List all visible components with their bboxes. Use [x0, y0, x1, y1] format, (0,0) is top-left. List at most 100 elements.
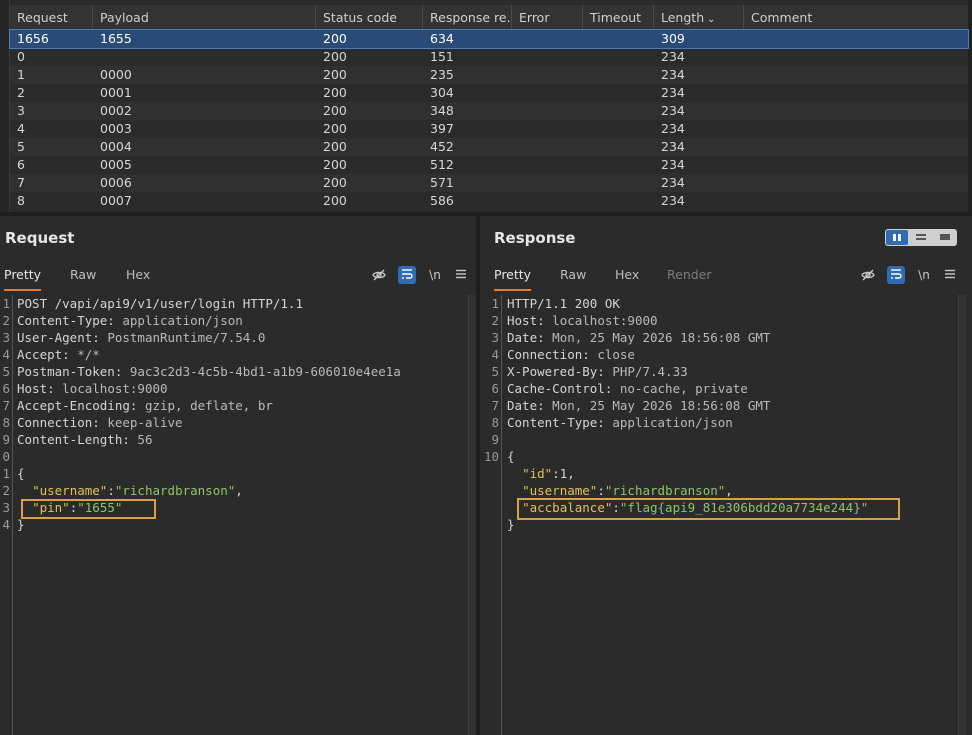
line-number: 5	[491, 364, 499, 379]
cell-request: 5	[17, 139, 25, 154]
cell-comment	[744, 156, 751, 174]
header-name: HTTP/1.1 200 OK	[507, 296, 620, 311]
cell-length: 309	[661, 31, 685, 46]
line-number: 4	[491, 347, 499, 362]
header-value: Mon, 25 May 2026 18:56:08 GMT	[544, 330, 771, 345]
header-name: Cache-Control:	[507, 381, 613, 396]
header-name: Accept:	[17, 347, 70, 362]
table-row[interactable]: 8 0007 200 586 234	[10, 192, 968, 210]
cell-response-received: 512	[430, 157, 454, 172]
header-value: keep-alive	[99, 415, 183, 430]
response-scrollbar[interactable]	[958, 295, 966, 735]
line-number: 2	[2, 483, 10, 498]
wrap-lines-icon[interactable]	[887, 266, 905, 284]
cell-request: 7	[17, 175, 25, 190]
header-name: Host:	[17, 381, 55, 396]
line-number: 3	[2, 330, 10, 345]
column-header-length-label: Length	[661, 10, 705, 25]
cell-comment	[744, 66, 751, 84]
eye-slash-icon[interactable]	[859, 266, 877, 284]
line-number: 5	[2, 364, 10, 379]
response-tab-raw[interactable]: Raw	[560, 261, 586, 291]
layout-single-icon[interactable]	[934, 230, 956, 245]
table-row[interactable]: 6 0005 200 512 234	[10, 156, 968, 174]
cell-response-received: 397	[430, 121, 454, 136]
cell-length: 234	[661, 175, 685, 190]
cell-error	[512, 174, 519, 192]
pin-highlight-box	[21, 499, 156, 519]
cell-status-code: 200	[323, 31, 347, 46]
table-row[interactable]: 7 0006 200 571 234	[10, 174, 968, 192]
cell-request: 0	[17, 49, 25, 64]
table-row-selected[interactable]: 1656 1655 200 634 309	[9, 29, 969, 49]
column-header-payload[interactable]: Payload	[93, 5, 316, 30]
table-row[interactable]: 4 0003 200 397 234	[10, 120, 968, 138]
response-header-line: Connection: close	[507, 346, 635, 363]
table-row[interactable]: 0 200 151 234	[10, 48, 968, 66]
newline-icon[interactable]: \n	[915, 266, 933, 284]
cell-comment	[744, 192, 751, 210]
table-row[interactable]: 2 0001 200 304 234	[10, 84, 968, 102]
response-pane: Response Pretty Raw Hex Render \n 1 2 3 4 5 6…	[480, 216, 972, 735]
line-number: 1	[2, 466, 10, 481]
response-tab-hex[interactable]: Hex	[615, 261, 639, 291]
header-name: Content-Type:	[17, 313, 115, 328]
line-number: 10	[483, 449, 499, 464]
newline-icon[interactable]: \n	[426, 266, 444, 284]
column-header-comment[interactable]: Comment	[744, 5, 968, 30]
json-key-username: "username"	[522, 483, 598, 498]
request-tab-pretty[interactable]: Pretty	[4, 261, 42, 291]
cell-length: 234	[661, 121, 685, 136]
cell-payload: 0001	[100, 85, 132, 100]
header-name: Postman-Token:	[17, 364, 123, 379]
header-value: PostmanRuntime/7.54.0	[99, 330, 266, 345]
hamburger-menu-icon[interactable]	[452, 266, 470, 284]
json-value-username: "richardbranson"	[114, 483, 236, 498]
column-header-response-received[interactable]: Response re...	[423, 5, 512, 30]
response-header-line: X-Powered-By: PHP/7.4.33	[507, 363, 688, 380]
column-header-request[interactable]: Request	[10, 5, 93, 30]
request-editor[interactable]: 12345678901234 POST /vapi/api9/v1/user/l…	[0, 295, 468, 735]
hamburger-menu-icon[interactable]	[941, 266, 959, 284]
response-header-line: Cache-Control: no-cache, private	[507, 380, 748, 397]
header-value: no-cache, private	[612, 381, 748, 396]
line-number: 0	[2, 449, 10, 464]
table-row[interactable]: 5 0004 200 452 234	[10, 138, 968, 156]
cell-error	[512, 84, 519, 102]
column-header-error[interactable]: Error	[512, 5, 583, 30]
cell-status-code: 200	[323, 85, 347, 100]
json-colon: :	[107, 483, 115, 498]
table-row[interactable]: 3 0002 200 348 234	[10, 102, 968, 120]
cell-payload: 0003	[100, 121, 132, 136]
intruder-results-table: Request Payload Status code Response re.…	[0, 0, 972, 212]
response-tab-pretty[interactable]: Pretty	[494, 261, 532, 291]
column-header-length[interactable]: Length ⌄	[654, 5, 744, 30]
request-header-line: Postman-Token: 9ac3c2d3-4c5b-4bd1-a1b9-6…	[17, 363, 401, 380]
cell-request: 1	[17, 67, 25, 82]
response-editor[interactable]: 1 2 3 4 5 6 7 8 9 10 HTTP/1.1 200 OK Host: localho…	[480, 295, 958, 735]
response-header-line: HTTP/1.1 200 OK	[507, 295, 620, 312]
cell-length: 234	[661, 85, 685, 100]
request-tab-hex[interactable]: Hex	[126, 261, 150, 291]
column-header-timeout[interactable]: Timeout	[583, 5, 654, 30]
request-tab-raw[interactable]: Raw	[70, 261, 96, 291]
cell-timeout	[583, 120, 590, 138]
layout-stacked-icon[interactable]	[910, 230, 932, 245]
line-number: 2	[491, 313, 499, 328]
eye-slash-icon[interactable]	[370, 266, 388, 284]
column-header-status-code[interactable]: Status code	[316, 5, 423, 30]
cell-error	[512, 138, 519, 156]
cell-length: 234	[661, 67, 685, 82]
cell-response-received: 151	[430, 49, 454, 64]
cell-comment	[744, 174, 751, 192]
header-name: Date:	[507, 398, 545, 413]
table-row[interactable]: 1 0000 200 235 234	[10, 66, 968, 84]
wrap-lines-icon[interactable]	[398, 266, 416, 284]
cell-error	[512, 156, 519, 174]
cell-timeout	[583, 30, 590, 48]
response-tab-render[interactable]: Render	[667, 261, 712, 291]
layout-side-by-side-icon[interactable]	[886, 230, 908, 245]
request-scrollbar[interactable]	[468, 295, 476, 735]
header-name: Host:	[507, 313, 545, 328]
cell-request: 8	[17, 193, 25, 208]
